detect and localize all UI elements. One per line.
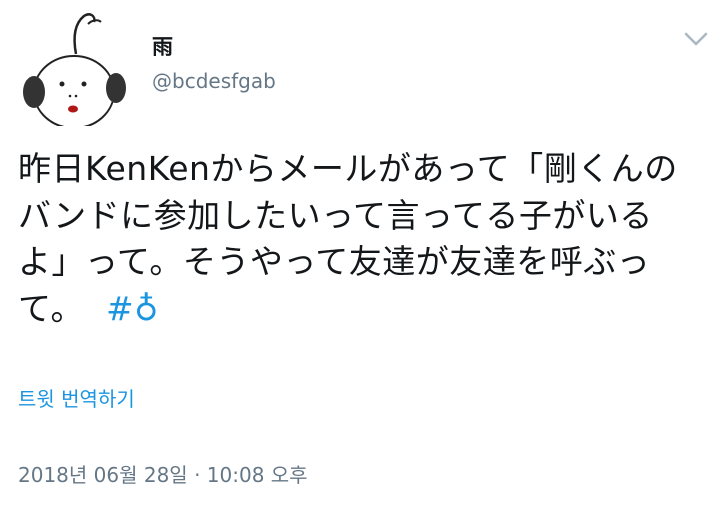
display-name[interactable]: 雨 xyxy=(152,34,173,60)
tweet-text-fragment: て。 xyxy=(18,288,85,328)
tweet-text: 昨日KenKenからメールがあって「剛くんの バンドに参加したいって言ってる子が… xyxy=(18,146,708,332)
cartoon-face-icon xyxy=(23,13,126,129)
tweet-text-line: よ」って。そうやって友達が友達を呼ぶっ xyxy=(18,242,651,281)
tweet-text-line: 昨日KenKenからメールがあって「剛くんの xyxy=(18,149,678,188)
avatar[interactable] xyxy=(18,8,128,129)
user-handle[interactable]: @bcdesfgab xyxy=(152,68,276,94)
chevron-down-icon[interactable] xyxy=(682,28,710,50)
tweet-text-line-last: て。 #♁ xyxy=(18,286,708,333)
translate-tweet-link[interactable]: 트윗 번역하기 xyxy=(18,384,135,414)
hashtag-link[interactable]: #♁ xyxy=(106,289,159,328)
timestamp[interactable]: 2018년 06월 28일 · 10:08 오후 xyxy=(18,460,308,490)
tweet-text-line: バンドに参加したいって言ってる子がいる xyxy=(18,195,653,235)
tweet-card: 雨 @bcdesfgab 昨日KenKenからメールがあって「剛くんの バンドに… xyxy=(0,0,720,516)
